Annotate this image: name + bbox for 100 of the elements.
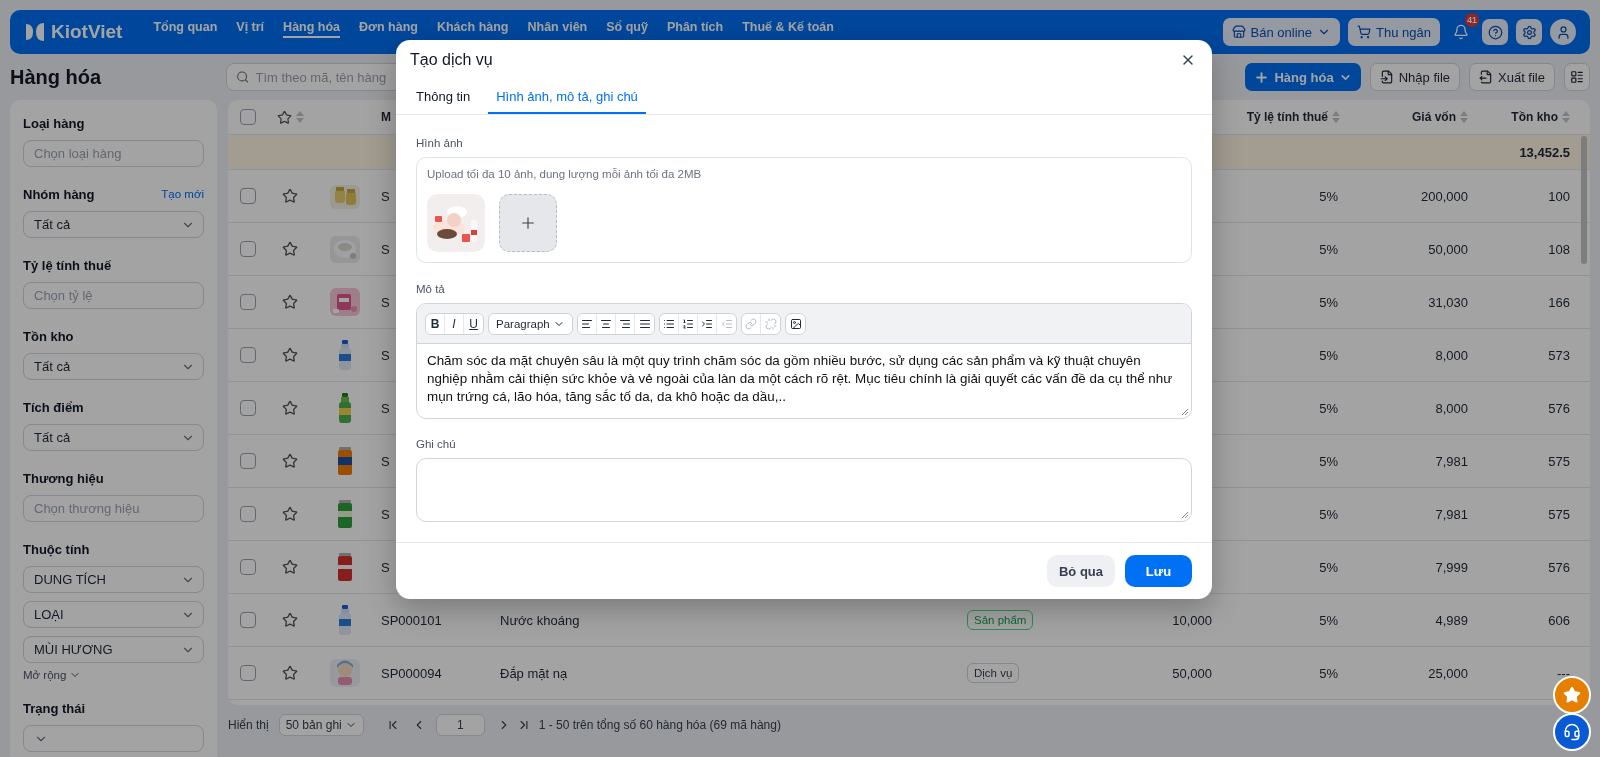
favorite-star-icon[interactable] xyxy=(282,665,298,681)
favorite-star-icon[interactable] xyxy=(282,241,298,257)
cashier-button[interactable]: Thu ngân xyxy=(1348,18,1440,46)
favorite-star-icon[interactable] xyxy=(282,506,298,522)
upload-hint: Upload tối đa 10 ảnh, dung lượng mỗi ảnh tối đa 2MB xyxy=(427,167,703,182)
table-cell-text: 8,000 xyxy=(1434,400,1469,416)
cancel-button[interactable]: Bỏ qua xyxy=(1047,555,1115,587)
row-checkbox[interactable] xyxy=(240,241,256,257)
dialog-tab[interactable]: Hình ảnh, mô tả, ghi chú xyxy=(488,80,646,114)
table-cell-text: 5% xyxy=(1318,347,1339,363)
favorite-star-icon[interactable] xyxy=(282,612,298,628)
notification-count: 41 xyxy=(1465,13,1479,27)
nav-item[interactable]: Nhân viên xyxy=(527,10,588,38)
nav-item[interactable]: Vị trí xyxy=(236,10,265,38)
filter-input[interactable]: Chọn thương hiệu xyxy=(23,495,204,522)
nav-item[interactable]: Khách hàng xyxy=(436,10,509,38)
filter-select[interactable]: Tất cả xyxy=(23,353,204,380)
row-checkbox[interactable] xyxy=(240,665,256,681)
row-checkbox[interactable] xyxy=(240,294,256,310)
align-right-icon xyxy=(619,317,631,330)
online-sales-button[interactable]: Bán online xyxy=(1222,18,1341,46)
save-button[interactable]: Lưu xyxy=(1125,555,1192,587)
settings-button[interactable] xyxy=(1516,19,1542,45)
expand-link[interactable]: Mở rộng xyxy=(23,669,204,681)
nav-item[interactable]: Đơn hàng xyxy=(359,10,418,38)
select-all-checkbox[interactable] xyxy=(240,109,256,125)
table-cell-text: S xyxy=(380,559,391,575)
favorite-star-icon[interactable] xyxy=(282,400,298,416)
user-avatar[interactable] xyxy=(1550,19,1576,45)
italic-button[interactable]: I xyxy=(445,313,464,334)
nav-item[interactable]: Phân tích xyxy=(666,10,724,38)
favorite-star-icon[interactable] xyxy=(282,559,298,575)
nav-item[interactable]: Sổ quỹ xyxy=(606,10,648,38)
table-cell-text: S xyxy=(380,400,391,416)
add-product-button[interactable]: Hàng hóa xyxy=(1245,63,1361,91)
row-checkbox[interactable] xyxy=(240,506,256,522)
row-checkbox[interactable] xyxy=(240,400,256,416)
table-cell-text: Đắp mặt nạ xyxy=(499,665,569,681)
row-checkbox[interactable] xyxy=(240,612,256,628)
table-cell-text: 576 xyxy=(1547,400,1571,416)
column-header[interactable]: Tỷ lệ tính thuế xyxy=(1222,110,1350,124)
help-button[interactable] xyxy=(1482,19,1508,45)
type-tag: Sản phẩm xyxy=(967,610,1034,630)
filter-label: Thuộc tính xyxy=(23,541,90,557)
page-title: Hàng hóa xyxy=(10,65,102,89)
scrollbar-thumb[interactable] xyxy=(1581,136,1587,264)
resize-grip-icon xyxy=(1181,511,1189,519)
row-checkbox[interactable] xyxy=(240,347,256,363)
export-file-button[interactable]: Xuất file xyxy=(1469,63,1555,91)
bold-button[interactable]: B xyxy=(426,313,445,334)
note-field[interactable] xyxy=(416,458,1192,522)
column-header[interactable]: Tồn kho xyxy=(1478,110,1580,124)
nav-item[interactable]: Tổng quan xyxy=(153,10,218,38)
create-new-link[interactable]: Tạo mới xyxy=(161,188,204,200)
indent-icon xyxy=(701,317,713,330)
table-cell-text: 200,000 xyxy=(1420,188,1469,204)
paragraph-select[interactable]: Paragraph xyxy=(489,313,572,334)
table-cell-text: 5% xyxy=(1318,294,1339,310)
filter-input[interactable]: Chọn loại hàng xyxy=(23,140,204,167)
table-cell-text: 4,989 xyxy=(1434,612,1469,628)
favorite-star-icon[interactable] xyxy=(282,453,298,469)
table-cell-text: S xyxy=(380,506,391,522)
unlink-icon xyxy=(764,317,777,330)
filter-label: Tích điểm xyxy=(23,399,84,415)
row-checkbox[interactable] xyxy=(240,559,256,575)
column-header[interactable]: Giá vốn xyxy=(1350,110,1478,124)
plus-icon xyxy=(1254,69,1270,85)
import-file-button[interactable]: Nhập file xyxy=(1369,63,1460,91)
filter-select[interactable]: LOẠI xyxy=(23,601,204,628)
filter-select[interactable]: DUNG TÍCH xyxy=(23,566,204,593)
align-justify-icon xyxy=(638,317,651,330)
filter-select[interactable]: Tất cả xyxy=(23,211,204,238)
favorite-star-icon[interactable] xyxy=(282,188,298,204)
row-checkbox[interactable] xyxy=(240,453,256,469)
table-cell-text: 606 xyxy=(1547,612,1571,628)
table-cell-text: 10,000 xyxy=(1171,612,1213,628)
page-number-field[interactable]: 1 xyxy=(435,714,485,736)
nav-item[interactable]: Hàng hóa xyxy=(283,10,341,38)
nav-item[interactable]: Thuế & Kế toán xyxy=(742,10,834,38)
numbered-list-icon xyxy=(682,317,694,330)
support-button[interactable] xyxy=(1553,713,1591,751)
field-label: Hình ảnh xyxy=(416,136,464,151)
bell-icon xyxy=(1453,24,1469,40)
favorite-star-icon[interactable] xyxy=(282,294,298,310)
filter-select[interactable]: Tất cả xyxy=(23,424,204,451)
favorites-button[interactable] xyxy=(1553,676,1591,714)
column-settings-button[interactable] xyxy=(1564,63,1590,91)
table-cell-text: 5% xyxy=(1318,665,1339,681)
row-checkbox[interactable] xyxy=(240,188,256,204)
page-size-select[interactable]: 50 bản ghi xyxy=(278,714,364,736)
favorite-star-icon[interactable] xyxy=(282,347,298,363)
table-cell-text: S xyxy=(380,294,391,310)
table-cell-text: S xyxy=(380,453,391,469)
table-cell-text: SP000101 xyxy=(380,612,443,628)
filter-input[interactable]: Chọn tỷ lệ xyxy=(23,282,204,309)
field-label: Ghi chú xyxy=(416,437,457,452)
underline-button[interactable]: U xyxy=(464,313,483,334)
table-cell-text: 50,000 xyxy=(1427,241,1469,257)
filter-select[interactable]: MÙI HƯƠNG xyxy=(23,636,204,663)
table-cell-text: Nước khoáng xyxy=(499,612,581,628)
